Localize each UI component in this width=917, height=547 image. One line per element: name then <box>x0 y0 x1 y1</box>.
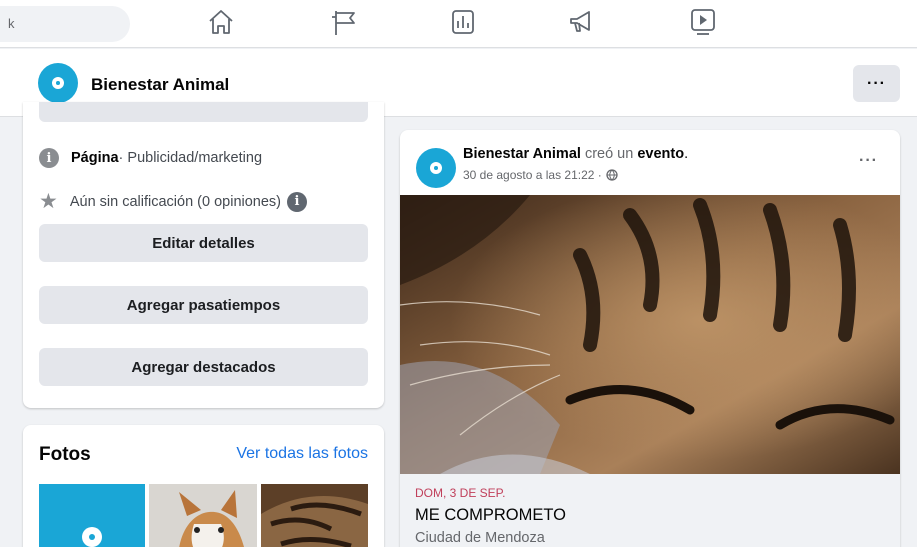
rating-row: ★ Aún sin calificación (0 opiniones) i <box>39 191 307 212</box>
flag-icon[interactable] <box>330 7 360 37</box>
add-featured-button[interactable]: Agregar destacados <box>39 348 368 386</box>
category-row: i Página · Publicidad/marketing <box>39 148 262 168</box>
star-icon: ★ <box>39 190 58 213</box>
post-author-name[interactable]: Bienestar Animal <box>463 146 581 162</box>
post-event-link[interactable]: evento <box>637 146 684 162</box>
paw-logo-icon <box>429 161 443 175</box>
top-navigation-bar: k <box>0 0 917 48</box>
event-details[interactable]: DOM, 3 DE SEP. ME COMPROMETO Ciudad de M… <box>400 474 900 547</box>
search-bar-stub[interactable]: k <box>0 6 130 42</box>
globe-icon <box>606 169 618 181</box>
photo-thumbnail-cat[interactable] <box>261 484 368 547</box>
post-action-text: creó un <box>580 146 638 162</box>
photo-thumbnail-dog[interactable] <box>149 484 257 547</box>
rating-info-icon[interactable]: i <box>287 191 307 212</box>
category-label: Página <box>71 150 119 166</box>
video-icon[interactable] <box>688 7 718 37</box>
photos-title: Fotos <box>39 444 91 465</box>
info-icon: i <box>39 148 59 168</box>
photo-thumbnail-logo[interactable] <box>39 484 145 547</box>
post-more-button[interactable]: ··· <box>859 152 878 170</box>
add-hobbies-button[interactable]: Agregar pasatiempos <box>39 286 368 324</box>
post-timestamp[interactable]: 30 de agosto a las 21:22 · <box>463 168 602 182</box>
megaphone-icon[interactable] <box>567 7 597 37</box>
event-location: Ciudad de Mendoza <box>415 530 545 546</box>
paw-logo-icon <box>75 520 109 547</box>
page-avatar[interactable] <box>38 63 78 103</box>
home-icon[interactable] <box>206 7 236 37</box>
photos-card: Fotos Ver todas las fotos <box>23 425 384 547</box>
paw-logo-icon <box>51 76 65 90</box>
see-all-photos-link[interactable]: Ver todas las fotos <box>236 445 368 463</box>
event-cover-image[interactable] <box>400 195 900 474</box>
post-author-line: Bienestar Animal creó un evento. <box>463 146 688 162</box>
post-author-avatar[interactable] <box>416 148 456 188</box>
post-period: . <box>684 146 689 162</box>
page-more-button[interactable]: ··· <box>853 65 900 102</box>
rating-text: Aún sin calificación (0 opiniones) <box>69 193 281 210</box>
event-title[interactable]: ME COMPROMETO <box>415 506 566 525</box>
intro-top-button-edge[interactable] <box>39 102 368 122</box>
category-value: · Publicidad/marketing <box>118 150 263 166</box>
search-chevron: k <box>8 16 15 31</box>
insights-icon[interactable] <box>448 7 478 37</box>
event-date: DOM, 3 DE SEP. <box>415 486 506 500</box>
post-meta: 30 de agosto a las 21:22 · <box>463 168 618 182</box>
page-title[interactable]: Bienestar Animal <box>91 75 229 95</box>
edit-details-button[interactable]: Editar detalles <box>39 224 368 262</box>
event-post-card: Bienestar Animal creó un evento. 30 de a… <box>400 130 900 547</box>
intro-card: i Página · Publicidad/marketing ★ Aún si… <box>23 102 384 408</box>
